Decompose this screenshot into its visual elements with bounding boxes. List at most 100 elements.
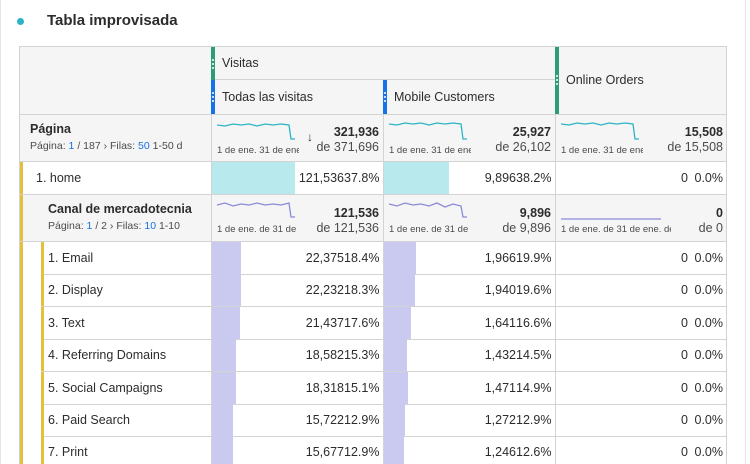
row-accent [41,307,44,339]
row-label[interactable]: 6. Paid Search [48,413,130,427]
table-row[interactable]: 7. Print 15,677 12.9% 1,246 12.6% 0 0.0% [20,436,726,464]
sparkline-mobile[interactable] [388,199,469,227]
sparkline-orders[interactable] [560,119,641,147]
percent-bar [212,404,233,436]
panel-title[interactable]: Tabla improvisada [47,12,178,29]
sparkline-axis: 1 de ene. 31 de ene. de [561,145,643,156]
divider [555,404,556,436]
cell-percent: 0.0% [694,316,724,330]
total-of: de 15,508 [667,140,723,154]
percent-bar [212,339,236,371]
total-value: 15,508 [684,125,723,139]
cell-value: 0 [681,381,688,395]
row-accent [41,242,44,274]
segment-chip-icon[interactable] [383,80,387,114]
metric-header-orders[interactable]: Online Orders [555,47,726,114]
table-row[interactable]: 2. Display 22,232 18.3% 1,940 19.6% 0 0.0% [20,274,726,307]
cell-value: 0 [681,171,688,185]
cell-value: 1,471 [484,381,516,395]
divider [211,195,212,241]
row-label[interactable]: 7. Print [48,445,88,459]
divider [555,274,556,306]
page-total: / 2 [95,220,107,232]
divider [20,161,726,162]
row-label[interactable]: 2. Display [48,283,103,297]
row-label[interactable]: 1. Email [48,251,93,265]
visitas-label: Visitas [222,56,259,70]
cell-percent: 0.0% [694,381,724,395]
cell-value: 1,432 [484,348,516,362]
rows-prefix: Filas: [116,220,142,232]
cell-value: 121,536 [298,171,344,185]
percent-bar [212,242,241,274]
cell-value: 1,246 [484,445,516,459]
cell-value: 0 [681,316,688,330]
percent-bar [212,274,241,306]
cell-value: 1,966 [484,251,516,265]
panel-status-dot [17,18,24,25]
cell-percent: 0.0% [694,251,724,265]
divider [555,436,556,464]
percent-bar [212,436,233,464]
rows-per-page-select[interactable]: 10 [144,220,156,232]
rows-prefix: Filas: [110,140,136,152]
cell-percent: 12.9% [516,413,552,427]
table-row[interactable]: 5. Social Campaigns 18,318 15.1% 1,471 14.9%… [20,372,726,405]
metric-chip-icon[interactable] [211,47,215,80]
divider [555,372,556,404]
total-of: de 9,896 [502,221,551,235]
divider [555,307,556,339]
spark-start: 1 de ene. [389,145,429,156]
sparkline-visitas[interactable] [216,119,297,147]
cell-value: 0 [681,283,688,297]
cell-percent: 0.0% [694,413,724,427]
row-accent [20,162,23,194]
table-row[interactable]: 6. Paid Search 15,722 12.9% 1,272 12.9% 0 0.0% [20,404,726,437]
total-of: de 121,536 [316,221,379,235]
table-row[interactable]: 3. Text 21,437 17.6% 1,641 16.6% 0 0.0% [20,307,726,340]
table-row[interactable]: 1. Email 22,375 18.4% 1,966 19.9% 0 0.0% [20,242,726,275]
cell-percent: 18.3% [344,283,380,297]
total-of: de 0 [698,221,723,235]
metric-header-visitas[interactable]: Visitas [211,47,555,80]
next-page-chevron-icon[interactable]: › [104,140,108,152]
divider [555,242,556,274]
row-label[interactable]: 4. Referring Domains [48,348,166,362]
cell-value: 0 [681,413,688,427]
percent-bar [212,307,240,339]
metric-chip-icon[interactable] [555,47,559,114]
row-label-home[interactable]: 1. home [36,171,81,185]
cell-value: 0 [681,348,688,362]
sparkline-mobile[interactable] [388,119,469,147]
row-label[interactable]: 3. Text [48,316,85,330]
cell-percent: 19.9% [516,251,552,265]
row-accent [41,404,44,436]
row-label[interactable]: 5. Social Campaigns [48,381,163,395]
breakdown-dimension-label[interactable]: Canal de mercadotecnia [48,202,192,216]
cell-value: 0 [681,251,688,265]
dimension-label[interactable]: Página [30,122,71,136]
next-page-chevron-icon[interactable]: › [110,220,114,232]
segment-header-todas[interactable]: Todas las visitas [211,80,383,114]
page-number-input[interactable]: 1 [87,220,93,232]
page-number-input[interactable]: 1 [69,140,75,152]
page-prefix: Página: [30,140,66,152]
divider [383,195,384,241]
table-row[interactable]: 4. Referring Domains 18,582 15.3% 1,432 14.5… [20,339,726,372]
cell-value: 1,641 [484,316,516,330]
cell-value: 15,722 [305,413,344,427]
page-total: / 187 [77,140,101,152]
todas-label: Todas las visitas [222,90,314,104]
cell-percent: 12.9% [344,413,380,427]
segment-header-mobile[interactable]: Mobile Customers [383,80,555,114]
orders-label: Online Orders [566,73,644,87]
spark-start: 1 de ene. [561,145,601,156]
percent-bar [384,436,404,464]
sparkline-visitas[interactable] [216,199,297,227]
breakdown-pagination: Página: 1 / 2 › Filas: 10 1-10 [48,220,210,232]
segment-chip-icon[interactable] [211,80,215,114]
rows-per-page-select[interactable]: 50 [138,140,150,152]
divider [555,339,556,371]
percent-bar [384,372,408,404]
cell-percent: 0.0% [694,348,724,362]
